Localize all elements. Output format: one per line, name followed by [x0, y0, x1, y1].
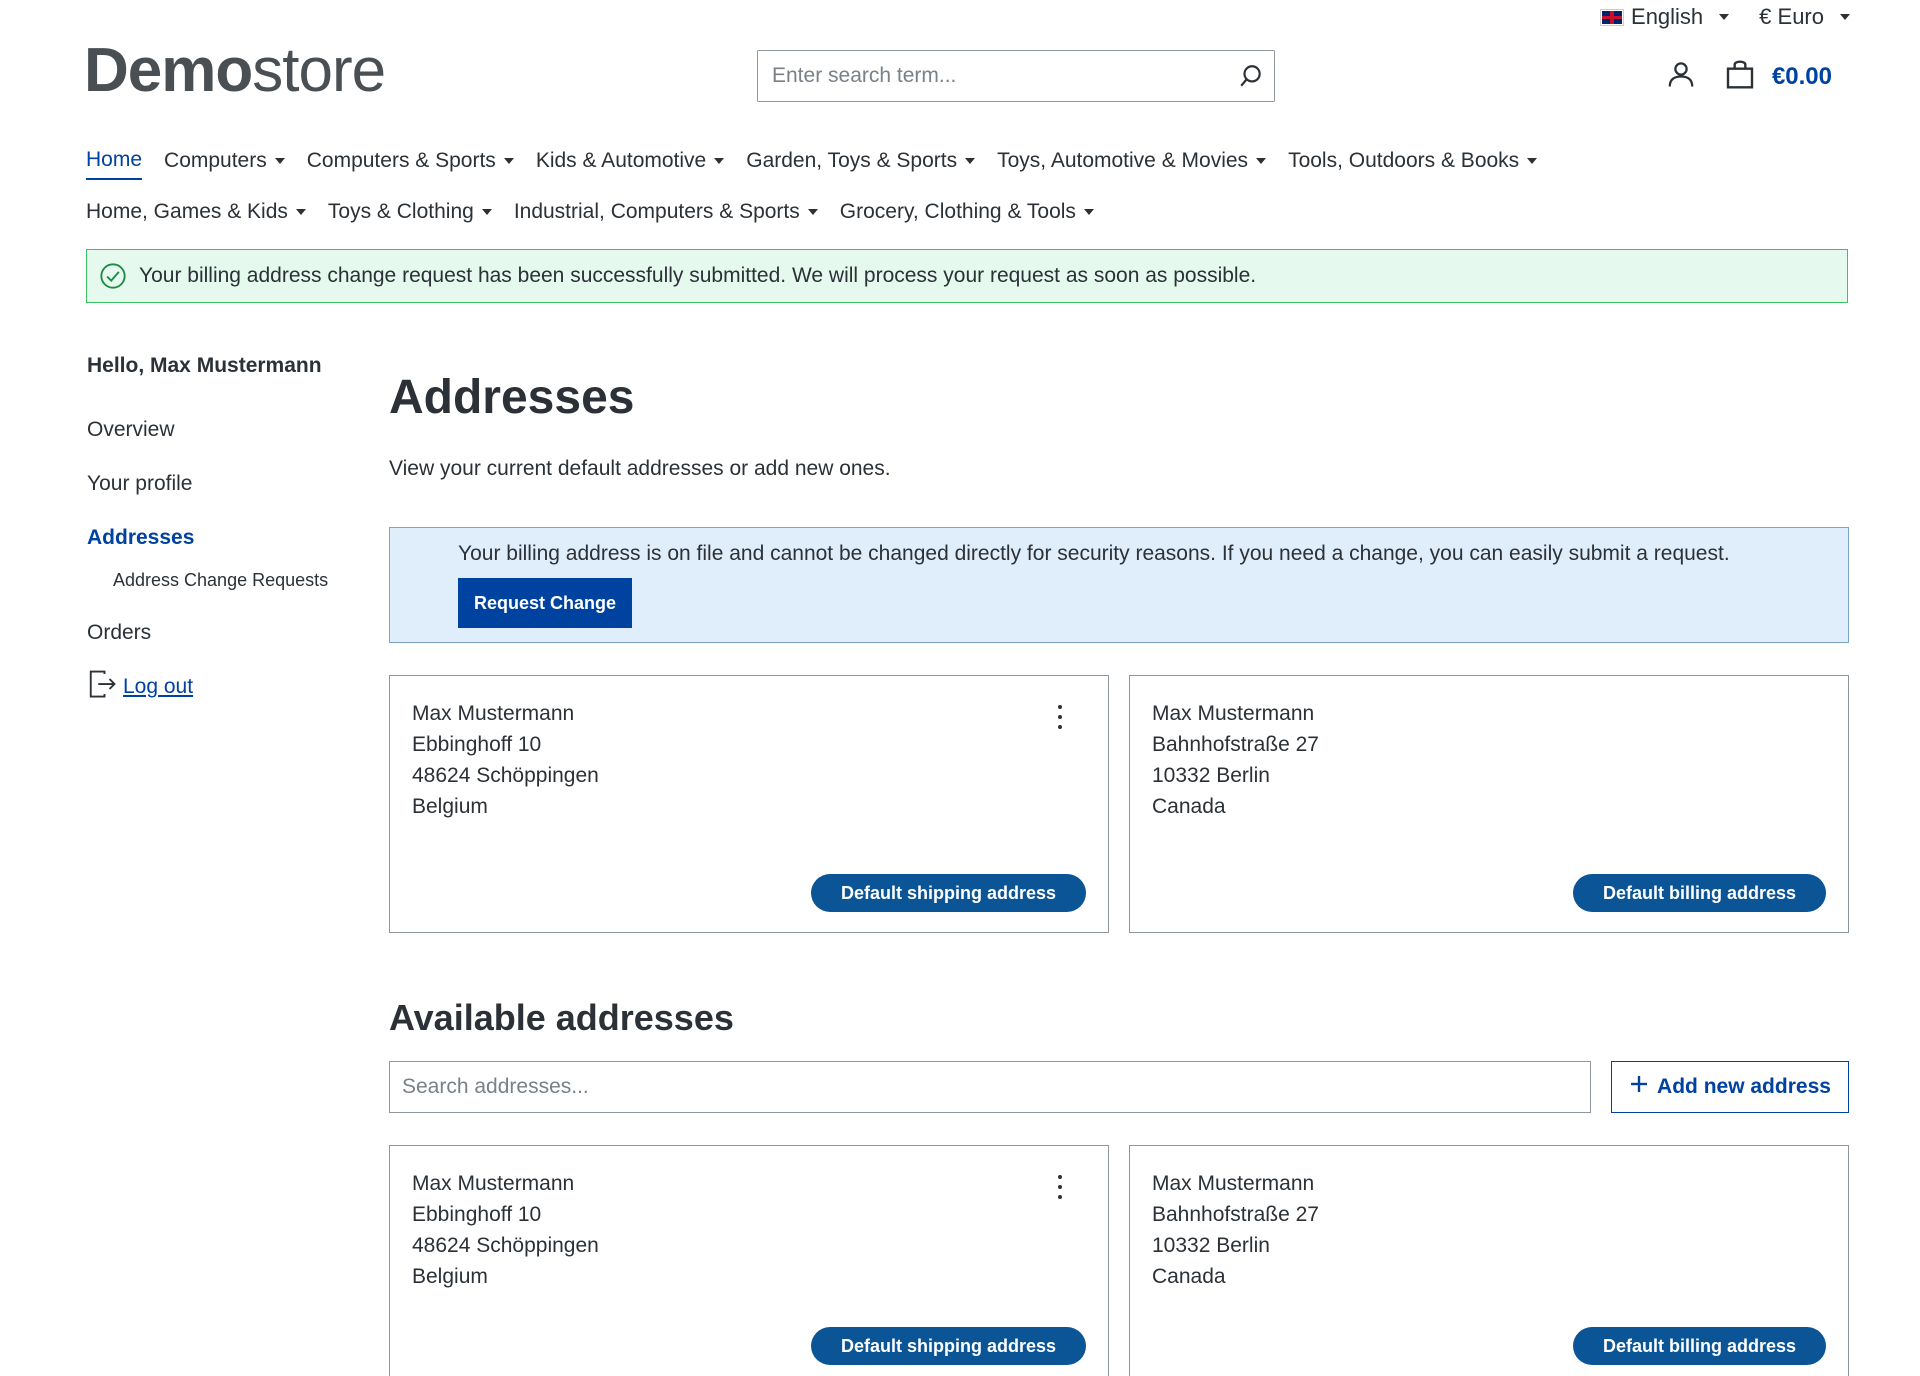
address-search-input[interactable] [390, 1062, 1590, 1112]
address-card-shipping: Max Mustermann Ebbinghoff 10 48624 Schöp… [389, 675, 1109, 933]
nav-item-kids-automotive[interactable]: Kids & Automotive [536, 148, 725, 180]
add-new-address-label: Add new address [1657, 1075, 1831, 1098]
default-address-cards: Max Mustermann Ebbinghoff 10 48624 Schöp… [389, 675, 1849, 933]
topbar: English € Euro [1600, 4, 1850, 30]
address-street: Ebbinghoff 10 [412, 1203, 542, 1226]
default-billing-address-button[interactable]: Default billing address [1572, 1327, 1826, 1365]
caret-down-icon [714, 158, 725, 164]
nav-item-industrial-computers-sports[interactable]: Industrial, Computers & Sports [514, 200, 818, 230]
address-name: Max Mustermann [1152, 1172, 1315, 1195]
address-card: Max Mustermann Bahnhofstraße 27 10332 Be… [1129, 1145, 1849, 1376]
address-country: Belgium [412, 795, 488, 818]
default-billing-address-button[interactable]: Default billing address [1572, 874, 1826, 912]
logout-label: Log out [123, 675, 194, 698]
address-street: Bahnhofstraße 27 [1152, 733, 1319, 756]
address-city: 48624 Schöppingen [412, 1234, 599, 1257]
main-nav-row-1: Home Computers Computers & Sports Kids &… [86, 148, 1846, 180]
info-alert: Your billing address is on file and cann… [389, 527, 1849, 643]
language-dropdown[interactable]: English [1600, 4, 1730, 30]
sidebar-item-profile[interactable]: Your profile [87, 472, 357, 496]
success-alert-text: Your billing address change request has … [139, 264, 1257, 287]
caret-down-icon [1840, 14, 1850, 20]
caret-down-icon [503, 158, 514, 164]
store-logo[interactable]: Demostore [84, 40, 386, 102]
nav-item-garden-toys-sports[interactable]: Garden, Toys & Sports [746, 148, 976, 180]
caret-down-icon [965, 158, 976, 164]
add-new-address-button[interactable]: Add new address [1611, 1061, 1849, 1113]
address-tools: Add new address [389, 1061, 1849, 1113]
address-name: Max Mustermann [412, 1172, 575, 1195]
header-actions: €0.00 [1666, 58, 1832, 95]
page-description: View your current default addresses or a… [389, 457, 891, 480]
address-card: Max Mustermann Ebbinghoff 10 48624 Schöp… [389, 1145, 1109, 1376]
default-shipping-address-button[interactable]: Default shipping address [810, 874, 1086, 912]
default-shipping-address-button[interactable]: Default shipping address [810, 1327, 1086, 1365]
success-alert: Your billing address change request has … [86, 249, 1848, 303]
nav-item-home-games-kids[interactable]: Home, Games & Kids [86, 200, 306, 230]
nav-item-toys-clothing[interactable]: Toys & Clothing [328, 200, 492, 230]
address-street: Bahnhofstraße 27 [1152, 1203, 1319, 1226]
logo-light: store [252, 36, 386, 105]
address-city: 10332 Berlin [1152, 1234, 1270, 1257]
address-country: Canada [1152, 1265, 1226, 1288]
check-circle-icon [99, 262, 127, 290]
main-nav-row-2: Home, Games & Kids Toys & Clothing Indus… [86, 200, 1846, 230]
page-title: Addresses [389, 371, 635, 424]
nav-item-tools-outdoors-books[interactable]: Tools, Outdoors & Books [1288, 148, 1538, 180]
available-addresses-title: Available addresses [389, 997, 734, 1038]
caret-down-icon [1527, 158, 1538, 164]
main-content: Addresses View your current default addr… [389, 370, 1849, 1376]
more-options-icon[interactable] [1050, 1172, 1070, 1202]
cart-total: €0.00 [1771, 62, 1832, 90]
logo-bold: Demo [84, 36, 253, 105]
language-label: English [1631, 4, 1704, 29]
address-card-billing: Max Mustermann Bahnhofstraße 27 10332 Be… [1129, 675, 1849, 933]
nav-item-toys-automotive-movies[interactable]: Toys, Automotive & Movies [997, 148, 1267, 180]
search-input[interactable] [758, 51, 1229, 101]
logout-link[interactable]: Log out [87, 669, 357, 705]
cart-button[interactable]: €0.00 [1724, 58, 1832, 95]
caret-down-icon [295, 209, 306, 215]
available-address-cards: Max Mustermann Ebbinghoff 10 48624 Schöp… [389, 1145, 1849, 1376]
address-city: 48624 Schöppingen [412, 764, 599, 787]
caret-down-icon [807, 209, 818, 215]
address-street: Ebbinghoff 10 [412, 733, 542, 756]
sidebar-item-address-change-requests[interactable]: Address Change Requests [87, 570, 357, 591]
account-icon[interactable] [1666, 59, 1696, 94]
sidebar-item-overview[interactable]: Overview [87, 418, 357, 442]
caret-down-icon [1083, 209, 1094, 215]
nav-item-home[interactable]: Home [86, 148, 143, 180]
address-name: Max Mustermann [1152, 702, 1315, 725]
address-country: Canada [1152, 795, 1226, 818]
currency-dropdown[interactable]: € Euro [1759, 4, 1850, 30]
uk-flag-icon [1600, 8, 1625, 26]
nav-item-computers-sports[interactable]: Computers & Sports [307, 148, 514, 180]
greeting: Hello, Max Mustermann [87, 354, 322, 377]
caret-down-icon [274, 158, 285, 164]
search-icon[interactable] [1229, 51, 1274, 101]
account-sidebar: Hello, Max Mustermann Overview Your prof… [87, 354, 357, 705]
currency-label: € Euro [1759, 4, 1824, 29]
cart-icon [1724, 58, 1756, 95]
sidebar-item-orders[interactable]: Orders [87, 621, 357, 645]
request-change-button[interactable]: Request Change [458, 578, 633, 628]
plus-icon [1629, 1074, 1649, 1100]
caret-down-icon [1719, 14, 1730, 20]
caret-down-icon [1256, 158, 1267, 164]
address-city: 10332 Berlin [1152, 764, 1270, 787]
info-alert-text: Your billing address is on file and cann… [458, 542, 1730, 565]
more-options-icon[interactable] [1050, 702, 1070, 732]
address-country: Belgium [412, 1265, 488, 1288]
sidebar-item-addresses[interactable]: Addresses [87, 526, 357, 550]
address-name: Max Mustermann [412, 702, 575, 725]
address-search-box [389, 1061, 1591, 1113]
caret-down-icon [481, 209, 492, 215]
search-box [757, 50, 1275, 102]
nav-item-grocery-clothing-tools[interactable]: Grocery, Clothing & Tools [840, 200, 1094, 230]
logout-icon [87, 669, 117, 705]
nav-item-computers[interactable]: Computers [164, 148, 285, 180]
